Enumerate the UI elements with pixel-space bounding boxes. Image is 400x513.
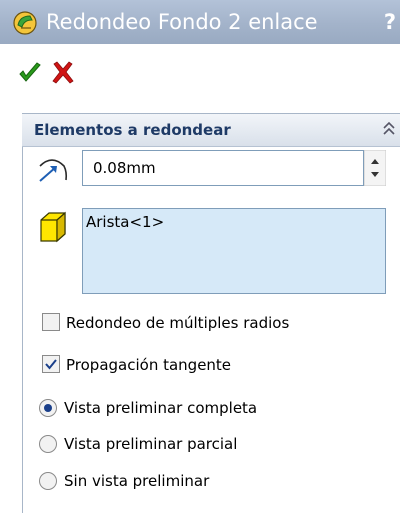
multi-radius-label[interactable]: Redondeo de múltiples radios [66,310,289,336]
no-preview-label[interactable]: Sin vista preliminar [64,468,209,494]
full-preview-radio[interactable] [38,398,58,418]
partial-preview-label[interactable]: Vista preliminar parcial [64,431,237,457]
radius-input[interactable]: 0.08mm [82,150,364,186]
radius-spinner[interactable] [364,150,386,186]
checkmark-icon [19,62,41,82]
tangent-propagation-checkbox[interactable] [42,355,60,373]
fillet-feature-icon [13,11,37,35]
no-preview-radio[interactable] [38,471,58,491]
property-manager-panel: Redondeo Fondo 2 enlace ? Elementos a re… [0,0,400,513]
full-preview-label[interactable]: Vista preliminar completa [64,395,257,421]
panel-title: Redondeo Fondo 2 enlace [46,10,318,34]
cube-icon [40,211,66,243]
double-chevron-up-icon[interactable] [382,120,396,138]
help-button[interactable]: ? [380,5,400,39]
partial-preview-radio[interactable] [38,434,58,454]
x-icon [52,61,74,84]
group-title: Elementos a redondear [34,121,231,139]
tangent-propagation-label[interactable]: Propagación tangente [66,352,231,378]
list-item[interactable]: Arista<1> [86,211,164,233]
cancel-button[interactable] [52,61,74,84]
ok-button[interactable] [18,62,42,84]
title-bar: Redondeo Fondo 2 enlace ? [0,0,400,44]
radius-arc-icon [39,159,68,182]
multi-radius-checkbox[interactable] [42,313,60,331]
